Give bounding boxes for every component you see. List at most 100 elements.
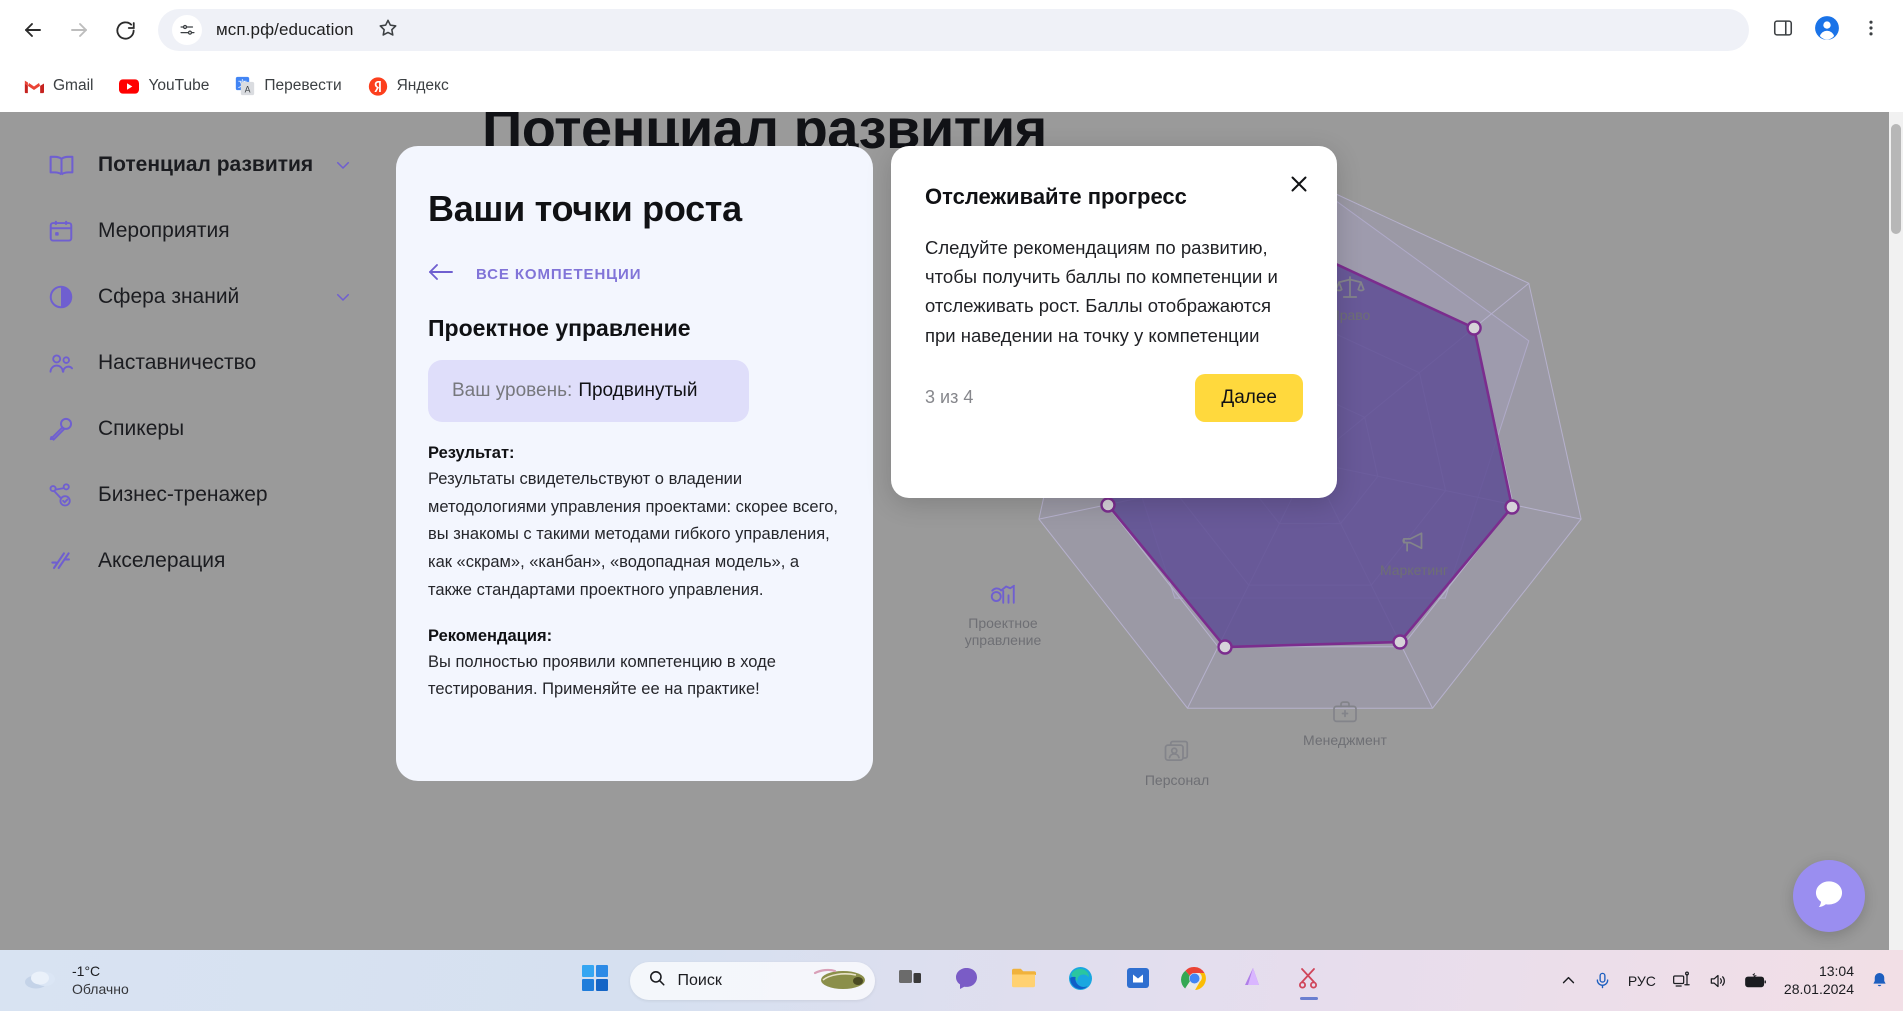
sidebar-item-label: Наставничество xyxy=(98,351,256,375)
microsoft-edge-icon xyxy=(1067,965,1094,997)
bookmark-gmail[interactable]: Gmail xyxy=(14,70,103,102)
sidebar-item-label: Спикеры xyxy=(98,417,184,441)
bookmark-translate[interactable]: 文A Перевести xyxy=(225,70,351,102)
taskbar-clock[interactable]: 13:04 28.01.2024 xyxy=(1784,963,1854,999)
browser-toolbar: мсп.рф/education xyxy=(0,0,1903,60)
bookmark-label: YouTube xyxy=(148,77,209,95)
result-text: Результаты свидетельствуют о владении ме… xyxy=(428,466,841,605)
youtube-icon xyxy=(119,76,139,96)
sidebar: Потенциал развития Мероприятия Сфера зна… xyxy=(0,132,430,594)
sidebar-item-events[interactable]: Мероприятия xyxy=(0,198,430,264)
site-settings-icon[interactable] xyxy=(172,15,202,45)
recommendation-heading: Рекомендация: xyxy=(428,627,841,646)
microsoft-store-icon xyxy=(1125,965,1151,996)
start-button[interactable] xyxy=(573,959,617,1003)
back-button[interactable] xyxy=(12,9,54,51)
weather-description: Облачно xyxy=(72,981,129,999)
business-simulator-icon xyxy=(46,480,76,510)
page-viewport: Потенциал развития Потенциал развития Ме… xyxy=(0,112,1903,950)
page-scrollbar-thumb[interactable] xyxy=(1891,124,1901,234)
sidebar-item-business-simulator[interactable]: Бизнес-тренажер xyxy=(0,462,430,528)
windows-start-icon xyxy=(582,965,608,996)
forward-arrow-icon xyxy=(67,18,91,42)
volume-icon[interactable] xyxy=(1708,971,1728,991)
battery-charging-icon[interactable] xyxy=(1744,972,1768,990)
chevron-down-icon[interactable] xyxy=(334,156,352,174)
sidebar-item-label: Мероприятия xyxy=(98,219,230,243)
bookmark-yandex[interactable]: Яндекс xyxy=(358,70,459,102)
half-circle-icon xyxy=(46,282,76,312)
growth-points-card: Ваши точки роста ВСЕ КОМПЕТЕНЦИИ Проектн… xyxy=(396,146,873,781)
media-app-button[interactable] xyxy=(1230,959,1274,1003)
bookmark-star-button[interactable] xyxy=(368,10,408,50)
star-icon xyxy=(377,17,399,44)
task-view-button[interactable] xyxy=(888,959,932,1003)
onboarding-tooltip: Отслеживайте прогресс Следуйте рекоменда… xyxy=(891,146,1337,498)
google-translate-icon: 文A xyxy=(235,76,255,96)
browser-menu-button[interactable] xyxy=(1851,10,1891,50)
gmail-icon xyxy=(24,76,44,96)
chat-teams-button[interactable] xyxy=(945,959,989,1003)
google-chrome-button[interactable] xyxy=(1173,959,1217,1003)
snipping-tool-icon xyxy=(1296,965,1322,996)
address-bar[interactable]: мсп.рф/education xyxy=(158,9,1749,51)
side-panel-button[interactable] xyxy=(1763,10,1803,50)
radar-label-marketing: Маркетинг xyxy=(1339,562,1489,579)
bookmark-youtube[interactable]: YouTube xyxy=(109,70,219,102)
all-competencies-back-link[interactable]: ВСЕ КОМПЕТЕНЦИИ xyxy=(428,262,841,287)
active-app-indicator xyxy=(1300,997,1318,1000)
recommendation-block: Рекомендация: Вы полностью проявили комп… xyxy=(428,627,841,704)
browser-chrome: мсп.рф/education xyxy=(0,0,1903,112)
page-scrollbar[interactable] xyxy=(1889,112,1903,950)
sidebar-item-label: Акселерация xyxy=(98,549,225,573)
file-explorer-button[interactable] xyxy=(1002,959,1046,1003)
task-view-icon xyxy=(897,965,923,996)
svg-text:A: A xyxy=(245,84,251,94)
clock-time: 13:04 xyxy=(1784,963,1854,981)
recommendation-text: Вы полностью проявили компетенцию в ходе… xyxy=(428,649,841,704)
radar-label-management: Менеджмент xyxy=(1270,732,1420,749)
taskbar-search-box[interactable]: Поиск xyxy=(630,962,875,1000)
chat-widget-button[interactable] xyxy=(1793,860,1865,932)
bell-icon[interactable] xyxy=(1870,971,1889,990)
sidebar-item-mentorship[interactable]: Наставничество xyxy=(0,330,430,396)
tooltip-footer: 3 из 4 Далее xyxy=(925,374,1303,422)
back-link-label: ВСЕ КОМПЕТЕНЦИИ xyxy=(476,266,641,283)
tooltip-title: Отслеживайте прогресс xyxy=(925,184,1303,210)
sidebar-item-speakers[interactable]: Спикеры xyxy=(0,396,430,462)
bookmark-label: Яндекс xyxy=(397,77,449,95)
sidebar-item-label: Бизнес-тренажер xyxy=(98,483,268,507)
sidebar-item-potential[interactable]: Потенциал развития xyxy=(0,132,430,198)
briefcase-icon xyxy=(1330,697,1360,727)
bookmarks-bar: Gmail YouTube 文A Перевести Яндекс xyxy=(0,60,1903,112)
sidebar-item-knowledge[interactable]: Сфера знаний xyxy=(0,264,430,330)
radar-label-personnel: Персонал xyxy=(1102,772,1252,789)
calendar-icon xyxy=(46,216,76,246)
chevron-up-icon[interactable] xyxy=(1560,972,1577,989)
level-value: Продвинутый xyxy=(578,380,697,402)
snipping-tool-button[interactable] xyxy=(1287,959,1331,1003)
taskbar-system-tray: РУС 13:04 28.01.2024 xyxy=(1560,963,1889,999)
result-heading: Результат: xyxy=(428,444,841,463)
reload-button[interactable] xyxy=(104,9,146,51)
level-badge: Ваш уровень: Продвинутый xyxy=(428,360,749,422)
windows-taskbar: -1°C Облачно Поиск xyxy=(0,950,1903,1011)
profile-avatar-icon xyxy=(1814,15,1840,46)
yandex-icon xyxy=(368,76,388,96)
chevron-down-icon[interactable] xyxy=(334,288,352,306)
scales-icon xyxy=(1335,272,1365,302)
tooltip-step-counter: 3 из 4 xyxy=(925,387,973,408)
profile-button[interactable] xyxy=(1807,10,1847,50)
mentorship-people-icon xyxy=(46,348,76,378)
left-arrow-icon xyxy=(428,262,454,287)
taskbar-weather-widget[interactable]: -1°C Облачно xyxy=(0,963,129,998)
language-indicator[interactable]: РУС xyxy=(1628,973,1656,989)
forward-button[interactable] xyxy=(58,9,100,51)
close-x-icon[interactable] xyxy=(1283,168,1315,200)
tooltip-next-button[interactable]: Далее xyxy=(1195,374,1303,422)
network-icon[interactable] xyxy=(1672,971,1692,991)
microsoft-store-button[interactable] xyxy=(1116,959,1160,1003)
microsoft-edge-button[interactable] xyxy=(1059,959,1103,1003)
microphone-icon[interactable] xyxy=(1593,971,1612,990)
sidebar-item-acceleration[interactable]: Акселерация xyxy=(0,528,430,594)
